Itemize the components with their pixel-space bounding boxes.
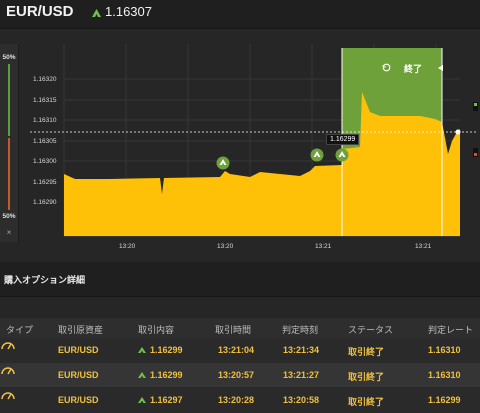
up-arrow-icon [138,372,146,378]
y-tick-label: 1.16300 [33,158,57,165]
trade-marker-3[interactable] [335,148,349,162]
col-status: ステータス [348,325,394,335]
content-cell: 1.16297 [150,395,183,405]
price-label: 1.16299 [326,134,360,145]
up-arrow-icon [138,347,146,353]
pair-title[interactable]: EUR/USD [6,3,74,20]
instrument-header: EUR/USD 1.16307 [0,0,480,29]
content-cell: 1.16299 [150,345,183,355]
sell-bar [8,138,10,210]
top-percent: 50% [2,54,16,61]
status-cell: 取引終了 [348,397,385,407]
sentiment-panel: 50% 50% × [0,44,19,242]
status-cell: 取引終了 [348,347,385,357]
col-asset: 取引原資産 [58,325,104,335]
timer-icon [382,63,391,72]
y-tick-label: 1.16310 [33,117,57,124]
time-cell: 13:20:57 [218,370,255,380]
trade-marker-2[interactable] [310,148,324,162]
x-tick-label: 13:20 [119,243,136,250]
judge-cell: 13:21:27 [283,370,320,380]
buy-bar [8,64,10,136]
col-time: 取引時間 [215,325,252,335]
table-row[interactable]: EUR/USD 1.16297 13:20:28 13:20:58 取引終了 1… [0,388,480,413]
up-flag-icon [473,102,478,111]
end-label: 終了 [404,64,423,74]
trade-marker-1[interactable] [216,156,230,170]
col-rate: 判定レート [428,325,474,335]
x-tick-label: 13:21 [315,243,332,250]
duration-gauge-icon [1,392,15,400]
up-arrow-icon [92,9,101,17]
content-cell: 1.16299 [150,370,183,380]
y-tick-label: 1.16315 [33,97,57,104]
up-arrow-icon [138,397,146,403]
chart-canvas: 1.16320 1.16315 1.16310 1.16305 1.16300 1.162… [30,44,476,254]
section-title: 購入オプション詳細 [4,275,86,285]
current-price: 1.16307 [105,4,152,19]
down-flag-icon [473,148,478,157]
price-chart[interactable]: 1.16320 1.16315 1.16310 1.16305 1.16300 1.162… [30,44,478,254]
time-cell: 13:21:04 [218,345,255,355]
y-tick-label: 1.16320 [33,76,57,83]
x-tick-label: 13:21 [415,243,432,250]
table-row[interactable]: EUR/USD 1.16299 13:20:57 13:21:27 取引終了 1… [0,363,480,388]
judge-cell: 13:20:58 [283,395,320,405]
rate-cell: 1.16299 [428,395,461,405]
asset-cell: EUR/USD [58,395,99,405]
y-tick-label: 1.16295 [33,179,57,186]
y-tick-label: 1.16290 [33,199,57,206]
rate-cell: 1.16310 [428,345,461,355]
duration-gauge-icon [1,342,15,350]
arrow-left-icon[interactable] [438,65,443,71]
y-tick-label: 1.16305 [33,138,57,145]
col-type: タイプ [6,325,34,335]
asset-cell: EUR/USD [58,345,99,355]
close-icon[interactable]: × [0,228,18,237]
purchase-details-header: 購入オプション詳細 [0,262,480,297]
col-content: 取引内容 [138,325,175,335]
rate-cell: 1.16310 [428,370,461,380]
bottom-percent: 50% [2,213,16,220]
col-judge: 判定時刻 [282,325,319,335]
asset-cell: EUR/USD [58,370,99,380]
table-row[interactable]: EUR/USD 1.16299 13:21:04 13:21:34 取引終了 1… [0,338,480,363]
time-cell: 13:20:28 [218,395,255,405]
table-header: タイプ 取引原資産 取引内容 取引時間 判定時刻 ステータス 判定レート [0,318,480,338]
duration-gauge-icon [1,367,15,375]
status-cell: 取引終了 [348,372,385,382]
x-tick-label: 13:20 [217,243,234,250]
judge-cell: 13:21:34 [283,345,320,355]
options-table: タイプ 取引原資産 取引内容 取引時間 判定時刻 ステータス 判定レート EUR… [0,318,480,413]
